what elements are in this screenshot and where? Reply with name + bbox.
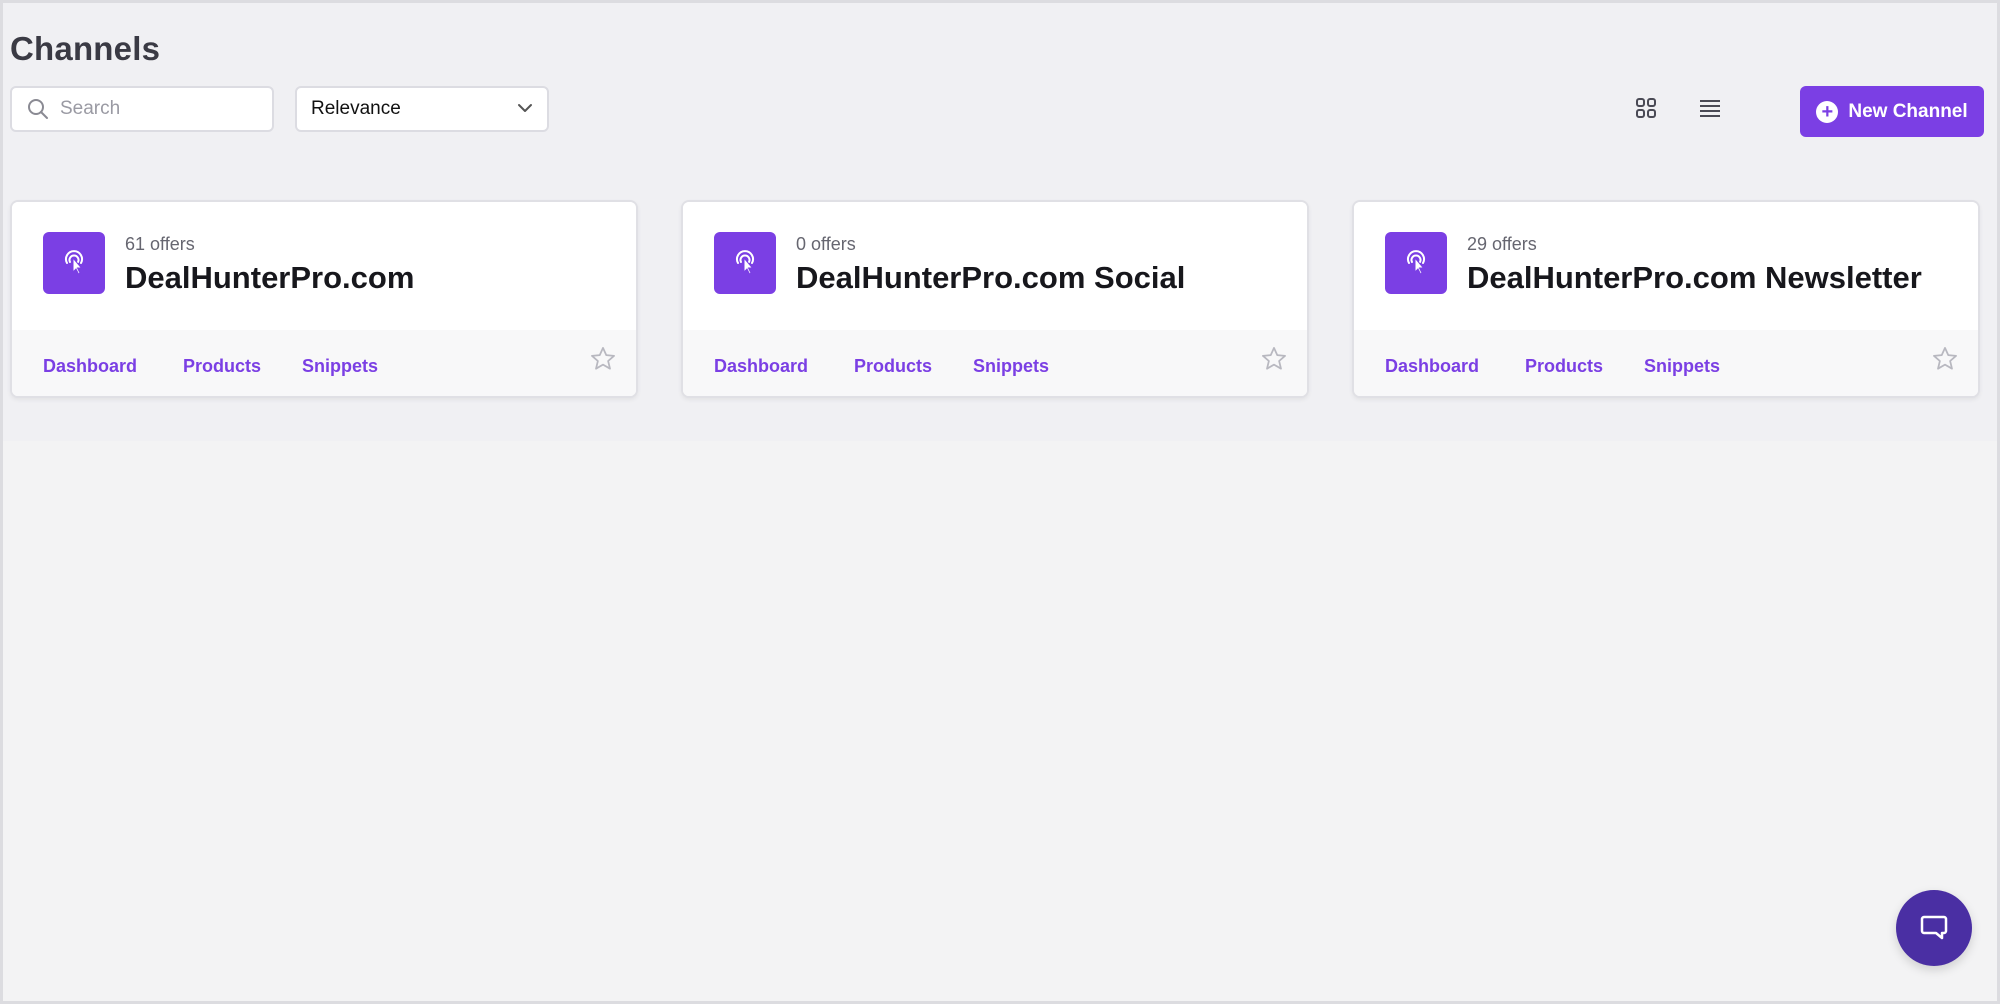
channel-name[interactable]: DealHunterPro.com Social [796, 260, 1185, 296]
channel-logo [1385, 232, 1447, 294]
search-input[interactable] [60, 98, 260, 120]
sort-select-value: Relevance [311, 98, 401, 119]
snippets-link[interactable]: Snippets [1644, 356, 1720, 377]
channel-card[interactable]: 29 offers DealHunterPro.com Newsletter D… [1352, 200, 1980, 398]
channel-card-header: 0 offers DealHunterPro.com Social [683, 202, 1307, 330]
channel-card-footer: Dashboard Products Snippets [683, 330, 1307, 396]
snippets-link[interactable]: Snippets [973, 356, 1049, 377]
new-channel-button[interactable]: + New Channel [1800, 86, 1984, 137]
dashboard-link[interactable]: Dashboard [43, 356, 137, 377]
channel-card-footer: Dashboard Products Snippets [12, 330, 636, 396]
star-icon[interactable] [588, 344, 618, 374]
offers-count: 0 offers [796, 234, 856, 254]
channel-logo [714, 232, 776, 294]
click-target-icon [59, 246, 89, 281]
click-target-icon [730, 246, 760, 281]
grid-view-icon [1635, 97, 1657, 124]
click-target-icon [1401, 246, 1431, 281]
channel-name[interactable]: DealHunterPro.com [125, 260, 414, 296]
channel-card[interactable]: 61 offers DealHunterPro.com Dashboard Pr… [10, 200, 638, 398]
chevron-down-icon [517, 100, 533, 118]
channel-card-footer: Dashboard Products Snippets [1354, 330, 1978, 396]
list-view-button[interactable] [1692, 92, 1728, 128]
channel-name[interactable]: DealHunterPro.com Newsletter [1467, 260, 1922, 296]
products-link[interactable]: Products [1525, 356, 1603, 377]
channel-card[interactable]: 0 offers DealHunterPro.com Social Dashbo… [681, 200, 1309, 398]
star-icon[interactable] [1259, 344, 1289, 374]
offers-count: 61 offers [125, 234, 195, 254]
chat-button[interactable] [1896, 890, 1972, 966]
dashboard-link[interactable]: Dashboard [1385, 356, 1479, 377]
products-link[interactable]: Products [854, 356, 932, 377]
offers-count: 29 offers [1467, 234, 1537, 254]
products-link[interactable]: Products [183, 356, 261, 377]
search-field[interactable] [10, 86, 274, 132]
sort-select[interactable]: Relevance [295, 86, 549, 132]
dashboard-link[interactable]: Dashboard [714, 356, 808, 377]
grid-view-button[interactable] [1628, 92, 1664, 128]
page-title: Channels [10, 30, 161, 67]
search-icon [26, 97, 50, 121]
channel-card-header: 29 offers DealHunterPro.com Newsletter [1354, 202, 1978, 330]
channel-card-header: 61 offers DealHunterPro.com [12, 202, 636, 330]
list-view-icon [1699, 98, 1721, 123]
plus-circle-icon: + [1816, 100, 1839, 123]
snippets-link[interactable]: Snippets [302, 356, 378, 377]
new-channel-label: New Channel [1848, 100, 1968, 122]
star-icon[interactable] [1930, 344, 1960, 374]
chat-bubble-icon [1918, 910, 1950, 947]
channel-logo [43, 232, 105, 294]
